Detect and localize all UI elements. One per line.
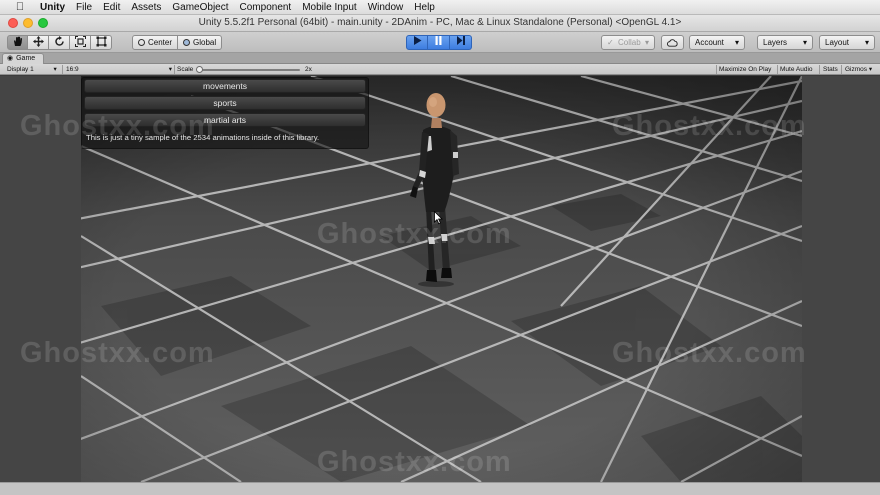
pause-icon <box>435 36 442 45</box>
cloud-group <box>661 35 684 50</box>
scale-slider[interactable] <box>200 69 300 71</box>
chevron-down-icon: ▾ <box>168 66 172 73</box>
hand-tool-button[interactable] <box>7 35 28 50</box>
menu-file[interactable]: File <box>76 2 92 13</box>
layers-dropdown[interactable]: Layers ▾ <box>757 35 813 50</box>
aspect-label: 16:9 <box>66 66 79 73</box>
display-dropdown[interactable]: Display 1 ▾ <box>7 64 57 75</box>
window-titlebar: Unity 5.5.2f1 Personal (64bit) - main.un… <box>0 15 880 32</box>
chevron-down-icon: ▾ <box>53 66 57 73</box>
divider <box>819 65 820 74</box>
menu-edit[interactable]: Edit <box>103 2 120 13</box>
movements-button[interactable]: movements <box>84 79 366 93</box>
scale-label: Scale <box>177 66 194 73</box>
mute-audio-toggle[interactable]: Mute Audio <box>780 64 813 75</box>
animation-library-info-label: This is just a tiny sample of the 2534 a… <box>86 133 320 142</box>
step-icon <box>456 36 465 45</box>
maximize-on-play-toggle[interactable]: Maximize On Play <box>719 64 771 75</box>
account-group: Account ▾ <box>689 35 745 50</box>
pivot-center-toggle[interactable]: Center <box>132 35 179 50</box>
bottom-status-strip <box>0 482 880 495</box>
layout-label: Layout <box>825 38 850 47</box>
window-title: Unity 5.5.2f1 Personal (64bit) - main.un… <box>198 17 682 28</box>
gizmos-label: Gizmos <box>845 66 868 73</box>
sports-button[interactable]: sports <box>84 96 366 110</box>
rect-tool-button[interactable] <box>91 35 112 50</box>
rotate-tool-button[interactable] <box>49 35 70 50</box>
macos-menubar:  Unity File Edit Assets GameObject Comp… <box>0 0 880 15</box>
mouse-cursor-icon <box>434 211 443 225</box>
game-view-icon: ◉ <box>7 55 14 62</box>
layers-group: Layers ▾ <box>757 35 813 50</box>
menu-component[interactable]: Component <box>240 2 292 13</box>
tab-game[interactable]: ◉ Game <box>2 53 45 64</box>
gizmos-dropdown[interactable]: Gizmos ▾ <box>845 64 872 75</box>
layers-label: Layers <box>763 38 788 47</box>
chevron-down-icon: ▾ <box>802 38 807 47</box>
checkmark-icon: ✓ <box>607 38 614 47</box>
account-label: Account <box>695 38 724 47</box>
menu-gameobject[interactable]: GameObject <box>172 2 228 13</box>
cloud-icon <box>667 38 678 47</box>
scale-icon <box>74 36 86 47</box>
apple-logo-icon[interactable]:  <box>14 1 26 13</box>
divider <box>841 65 842 74</box>
transform-tools <box>7 35 112 50</box>
chevron-down-icon: ▾ <box>734 38 739 47</box>
hand-icon <box>13 36 22 46</box>
divider <box>777 65 778 74</box>
pivot-global-toggle[interactable]: Global <box>178 35 223 50</box>
menu-assets[interactable]: Assets <box>131 2 161 13</box>
layout-group: Layout ▾ <box>819 35 875 50</box>
layout-dropdown[interactable]: Layout ▾ <box>819 35 875 50</box>
martial-arts-button[interactable]: martial arts <box>84 113 366 127</box>
editor-toolbar: Center Global ✓ Collab ▾ Account ▾ Layer… <box>0 32 880 53</box>
menu-help[interactable]: Help <box>414 2 435 13</box>
menu-window[interactable]: Window <box>368 2 404 13</box>
pivot-global-label: Global <box>193 38 217 47</box>
divider <box>174 65 175 74</box>
play-icon <box>413 36 421 45</box>
tab-game-label: Game <box>16 55 36 62</box>
globe-icon <box>183 39 191 46</box>
cloud-button[interactable] <box>661 35 684 50</box>
display-label: Display 1 <box>7 66 34 73</box>
pivot-center-label: Center <box>148 38 173 47</box>
stats-toggle[interactable]: Stats <box>823 64 838 75</box>
unity-editor-window:  Unity File Edit Assets GameObject Comp… <box>0 0 880 495</box>
scale-tool-button[interactable] <box>70 35 91 50</box>
menu-mobile-input[interactable]: Mobile Input <box>302 2 356 13</box>
move-tool-button[interactable] <box>28 35 49 50</box>
pivot-center-icon <box>138 39 145 46</box>
account-dropdown[interactable]: Account ▾ <box>689 35 745 50</box>
scale-value: 2x <box>305 66 312 73</box>
collab-dropdown[interactable]: ✓ Collab ▾ <box>601 35 655 50</box>
collab-label: Collab <box>618 38 641 47</box>
aspect-dropdown[interactable]: 16:9 ▾ <box>66 64 172 75</box>
character-figure <box>410 93 459 287</box>
divider <box>62 65 63 74</box>
step-button[interactable] <box>450 35 472 50</box>
play-controls <box>406 35 472 50</box>
scale-slider-thumb[interactable] <box>196 66 203 73</box>
menu-unity[interactable]: Unity <box>40 2 65 13</box>
rotate-icon <box>54 36 64 46</box>
play-button[interactable] <box>406 35 428 50</box>
rect-tool-icon <box>96 36 106 47</box>
chevron-down-icon: ▾ <box>868 66 873 73</box>
panel-tab-bar: ◉ Game <box>0 53 880 64</box>
pivot-toggles: Center Global <box>132 35 223 50</box>
game-view-controlbar: Display 1 ▾ 16:9 ▾ Scale 2x Maximize On … <box>0 64 880 75</box>
chevron-down-icon: ▾ <box>644 38 649 47</box>
move-icon <box>32 36 44 47</box>
collab-group: ✓ Collab ▾ <box>601 35 655 50</box>
divider <box>716 65 717 74</box>
chevron-down-icon: ▾ <box>864 38 869 47</box>
pause-button[interactable] <box>428 35 450 50</box>
